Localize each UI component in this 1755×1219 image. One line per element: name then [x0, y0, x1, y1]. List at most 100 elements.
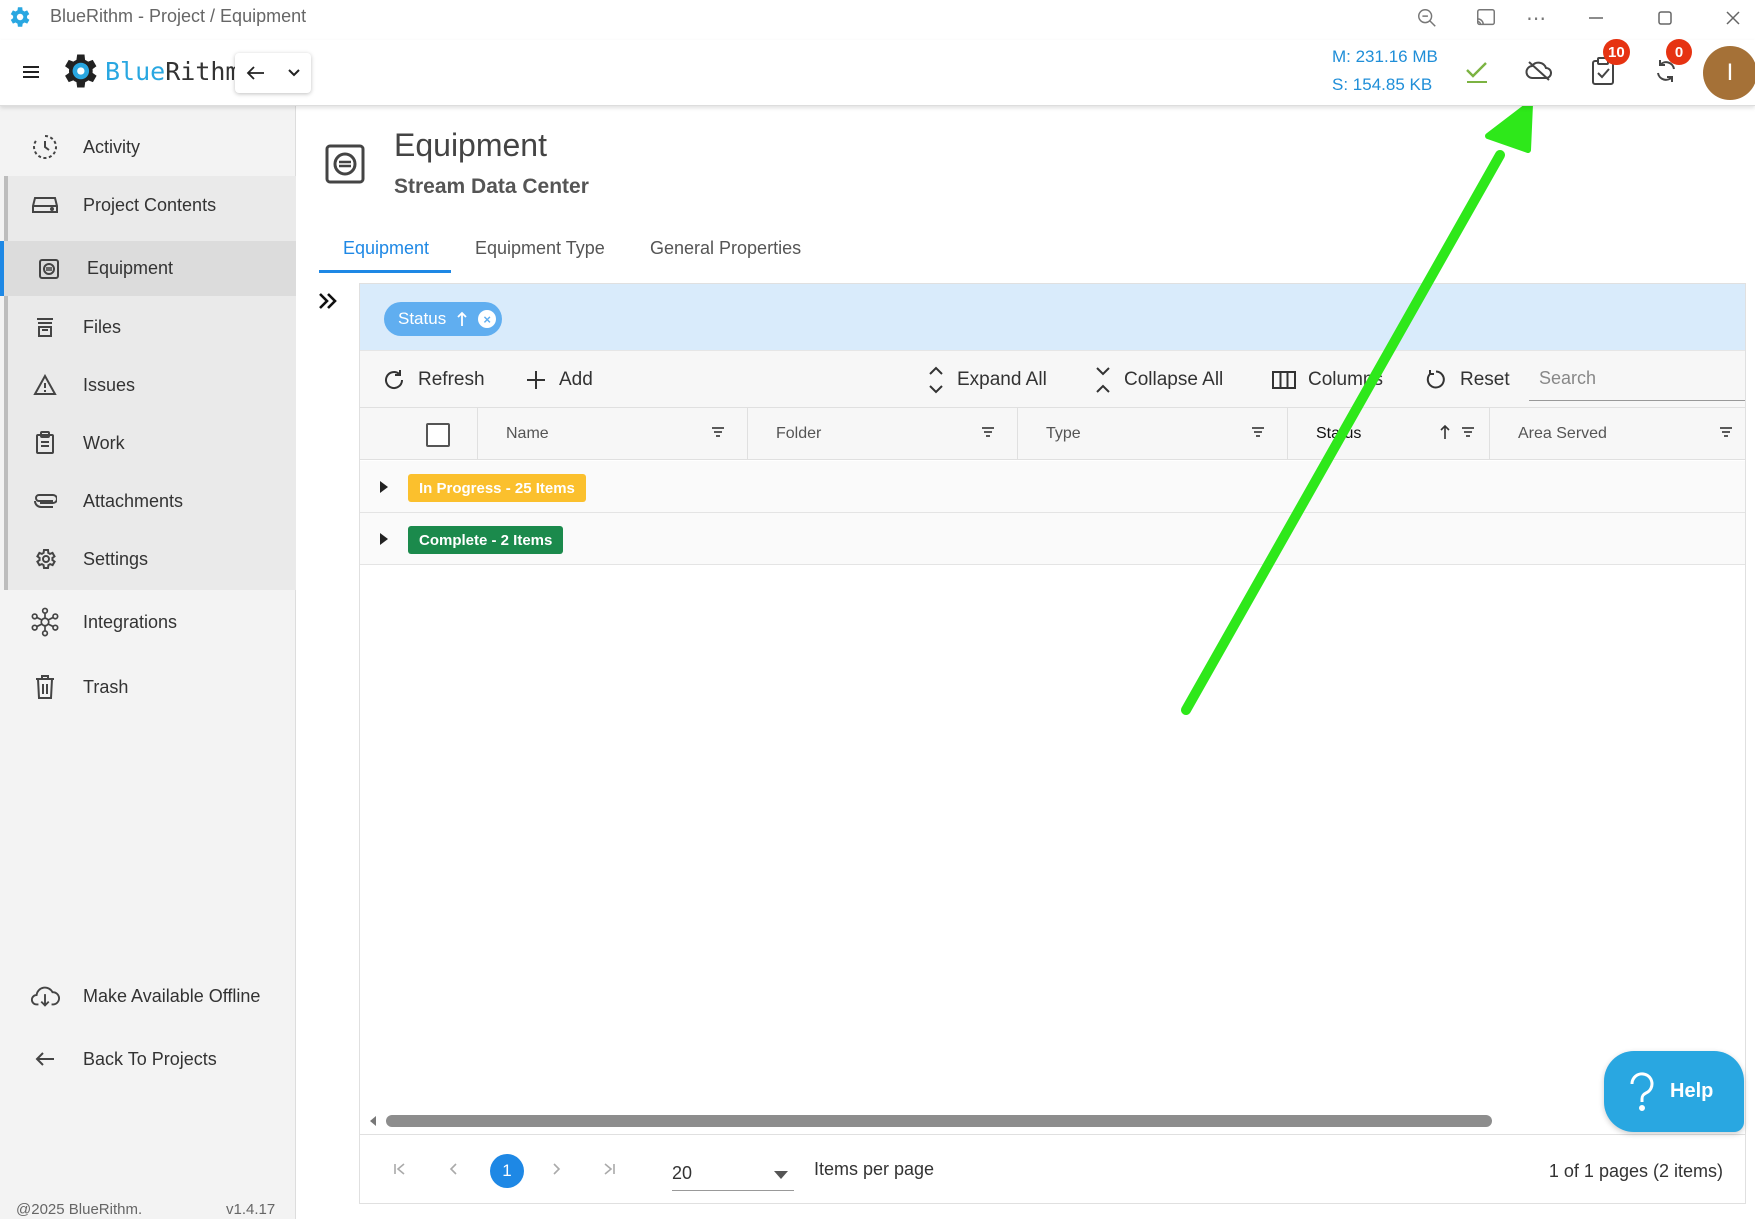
reset-button[interactable]: Reset [1424, 351, 1510, 409]
column-header-folder[interactable]: Folder [748, 408, 1018, 460]
window-title-bar: BlueRithm - Project / Equipment ⋯ [0, 0, 1755, 40]
back-arrow-icon[interactable] [246, 65, 266, 81]
group-chip-status[interactable]: Status × [384, 302, 503, 336]
cloud-off-icon[interactable] [1525, 58, 1553, 84]
close-icon[interactable] [1715, 2, 1751, 34]
tab-general-properties[interactable]: General Properties [650, 238, 801, 274]
horizontal-scrollbar[interactable] [368, 1114, 1738, 1128]
sidebar-item-activity[interactable]: Activity [0, 116, 296, 178]
previous-page-icon[interactable] [441, 1157, 465, 1181]
group-chip-label: Status [398, 309, 447, 328]
warning-icon [30, 370, 60, 400]
help-label: Help [1670, 1080, 1714, 1102]
filter-icon[interactable] [1461, 426, 1475, 438]
checkmark-icon[interactable] [1464, 58, 1490, 84]
activity-icon [30, 132, 60, 162]
sidebar-item-equipment[interactable]: Equipment [0, 241, 296, 296]
tab-equipment-type[interactable]: Equipment Type [475, 238, 605, 274]
collapse-all-label: Collapse All [1124, 369, 1224, 390]
hamburger-menu-icon[interactable] [21, 63, 41, 81]
first-page-icon[interactable] [388, 1157, 412, 1181]
sidebar-item-trash[interactable]: Trash [0, 659, 296, 715]
brand-name: BlueRithm [105, 57, 240, 86]
dropdown-caret-icon [774, 1171, 788, 1179]
files-icon [30, 312, 60, 342]
columns-button[interactable]: Columns [1272, 351, 1383, 409]
columns-label: Columns [1308, 369, 1383, 390]
sidebar-item-integrations[interactable]: Integrations [0, 594, 296, 650]
current-page-button[interactable]: 1 [490, 1154, 524, 1188]
column-header-label: Folder [776, 425, 822, 442]
select-all-cell [360, 408, 478, 460]
add-button[interactable]: Add [525, 351, 593, 409]
column-header-label: Type [1046, 425, 1081, 442]
integrations-hub-icon [30, 607, 60, 637]
sidebar-item-settings[interactable]: Settings [0, 532, 296, 586]
group-label-in-progress: In Progress - 25 Items [408, 474, 586, 502]
sidebar-item-files[interactable]: Files [0, 300, 296, 354]
minimize-icon[interactable] [1578, 2, 1614, 34]
help-button[interactable]: Help [1604, 1051, 1744, 1132]
window-title: BlueRithm - Project / Equipment [50, 6, 307, 26]
last-page-icon[interactable] [597, 1157, 621, 1181]
remove-chip-icon[interactable]: × [478, 310, 497, 328]
brand-logo-gear-icon [57, 49, 101, 93]
brand-name-blue: Blue [105, 57, 166, 86]
sidebar-item-attachments[interactable]: Attachments [0, 474, 296, 528]
column-header-area-served[interactable]: Area Served [1490, 408, 1745, 460]
sidebar-item-project-contents[interactable]: Project Contents [0, 178, 296, 232]
page-size-select[interactable]: 20 [672, 1153, 794, 1191]
column-header-label: Name [506, 425, 549, 442]
group-row-in-progress[interactable]: In Progress - 25 Items [360, 461, 1745, 513]
sidebar-item-label: Files [83, 316, 122, 337]
navigation-control [235, 53, 311, 93]
user-avatar[interactable]: I [1703, 46, 1755, 100]
expand-all-label: Expand All [957, 369, 1047, 390]
chevron-down-icon[interactable] [287, 68, 301, 78]
maximize-icon[interactable] [1647, 2, 1683, 34]
sort-ascending-icon[interactable] [1439, 424, 1451, 440]
expand-panel-double-chevron-icon[interactable] [316, 290, 340, 312]
zoom-out-icon[interactable] [1409, 2, 1445, 34]
make-available-offline-button[interactable]: Make Available Offline [0, 968, 296, 1024]
column-header-status[interactable]: Status [1288, 408, 1490, 460]
copyright-text: @2025 BlueRithm. [16, 1201, 143, 1218]
scroll-left-icon[interactable] [368, 1115, 378, 1127]
refresh-button[interactable]: Refresh [382, 351, 485, 409]
sidebar-item-label: Attachments [83, 490, 184, 511]
tab-equipment[interactable]: Equipment [343, 238, 429, 274]
cast-icon[interactable] [1468, 2, 1504, 34]
expand-row-caret-icon[interactable] [380, 533, 388, 545]
sidebar-item-issues[interactable]: Issues [0, 358, 296, 412]
sidebar-item-work[interactable]: Work [0, 416, 296, 470]
collapse-all-button[interactable]: Collapse All [1094, 351, 1223, 409]
search-input[interactable] [1529, 357, 1745, 401]
filter-icon[interactable] [1719, 426, 1733, 438]
refresh-icon [382, 368, 406, 392]
back-to-projects-button[interactable]: Back To Projects [0, 1031, 296, 1087]
filter-icon[interactable] [1251, 426, 1265, 438]
more-options-icon[interactable]: ⋯ [1518, 2, 1554, 34]
add-label: Add [559, 369, 593, 390]
items-per-page-label: Items per page [814, 1159, 935, 1179]
pager-summary: 1 of 1 pages (2 items) [1548, 1161, 1723, 1181]
sidebar-item-label: Trash [83, 676, 129, 697]
pager: 1 20 Items per page 1 of 1 pages (2 item… [360, 1134, 1745, 1203]
column-header-type[interactable]: Type [1018, 408, 1288, 460]
trash-icon [30, 672, 60, 702]
sidebar-item-label: Settings [83, 548, 149, 569]
filter-icon[interactable] [981, 426, 995, 438]
select-all-checkbox[interactable] [426, 423, 450, 447]
sort-ascending-icon[interactable] [456, 311, 468, 327]
group-row-complete[interactable]: Complete - 2 Items [360, 513, 1745, 565]
column-header-label: Area Served [1518, 425, 1607, 442]
group-label-complete: Complete - 2 Items [408, 526, 564, 554]
next-page-icon[interactable] [545, 1157, 569, 1181]
scrollbar-thumb[interactable] [386, 1115, 1492, 1127]
column-header-name[interactable]: Name [478, 408, 748, 460]
filter-icon[interactable] [711, 426, 725, 438]
version-text: v1.4.17 [226, 1201, 276, 1218]
expand-all-button[interactable]: Expand All [927, 351, 1047, 409]
storage-usage: S: 154.85 KB [1332, 75, 1433, 94]
expand-row-caret-icon[interactable] [380, 481, 388, 493]
